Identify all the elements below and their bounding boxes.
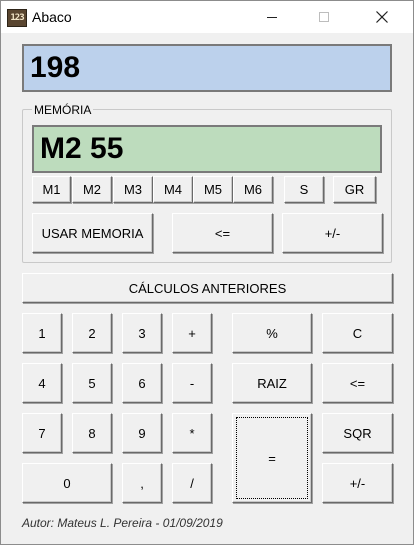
key-plus[interactable]: + <box>172 313 212 353</box>
key-root[interactable]: RAIZ <box>232 363 312 403</box>
key-0[interactable]: 0 <box>22 463 112 503</box>
title-bar: 123 Abaco <box>1 1 413 33</box>
memory-slot-m6[interactable]: M6 <box>233 176 273 203</box>
key-sign[interactable]: +/- <box>322 463 393 503</box>
author-credit: Autor: Mateus L. Pereira - 01/09/2019 <box>22 516 223 530</box>
key-divide[interactable]: / <box>172 463 212 503</box>
key-2[interactable]: 2 <box>72 313 112 353</box>
key-1[interactable]: 1 <box>22 313 62 353</box>
memory-slot-m1[interactable]: M1 <box>32 176 71 203</box>
main-display: 198 <box>22 44 392 92</box>
memory-save-button[interactable]: S <box>284 176 324 203</box>
key-equals[interactable]: = <box>232 413 312 503</box>
key-square[interactable]: SQR <box>322 413 393 453</box>
key-4[interactable]: 4 <box>22 363 62 403</box>
key-minus[interactable]: - <box>172 363 212 403</box>
use-memory-button[interactable]: USAR MEMORIA <box>32 213 153 253</box>
key-backspace[interactable]: <= <box>322 363 393 403</box>
maximize-icon <box>319 12 329 22</box>
key-3[interactable]: 3 <box>122 313 162 353</box>
memory-slot-m5[interactable]: M5 <box>193 176 233 203</box>
window-title: Abaco <box>32 9 72 25</box>
memory-record-button[interactable]: GR <box>333 176 376 203</box>
previous-calculations-button[interactable]: CÁLCULOS ANTERIORES <box>22 273 393 303</box>
key-clear[interactable]: C <box>322 313 393 353</box>
memory-slot-m3[interactable]: M3 <box>113 176 153 203</box>
memory-slot-m4[interactable]: M4 <box>153 176 193 203</box>
key-6[interactable]: 6 <box>122 363 162 403</box>
memory-slot-m2[interactable]: M2 <box>72 176 112 203</box>
key-5[interactable]: 5 <box>72 363 112 403</box>
calculator-window: 123 Abaco 198 MEMÓRIA M2 55 M1 M2 M3 M4 … <box>0 0 414 545</box>
memory-display: M2 55 <box>32 125 382 173</box>
minimize-button[interactable] <box>249 1 295 33</box>
key-percent[interactable]: % <box>232 313 312 353</box>
key-comma[interactable]: , <box>122 463 162 503</box>
memory-group-label: MEMÓRIA <box>32 103 94 117</box>
close-icon <box>376 11 388 23</box>
abacus-app-icon: 123 <box>7 9 27 27</box>
maximize-button[interactable] <box>301 1 347 33</box>
close-button[interactable] <box>359 1 405 33</box>
memory-backspace-button[interactable]: <= <box>172 213 273 253</box>
key-7[interactable]: 7 <box>22 413 62 453</box>
minimize-icon <box>267 17 277 18</box>
memory-sign-button[interactable]: +/- <box>282 213 383 253</box>
key-8[interactable]: 8 <box>72 413 112 453</box>
key-9[interactable]: 9 <box>122 413 162 453</box>
key-multiply[interactable]: * <box>172 413 212 453</box>
